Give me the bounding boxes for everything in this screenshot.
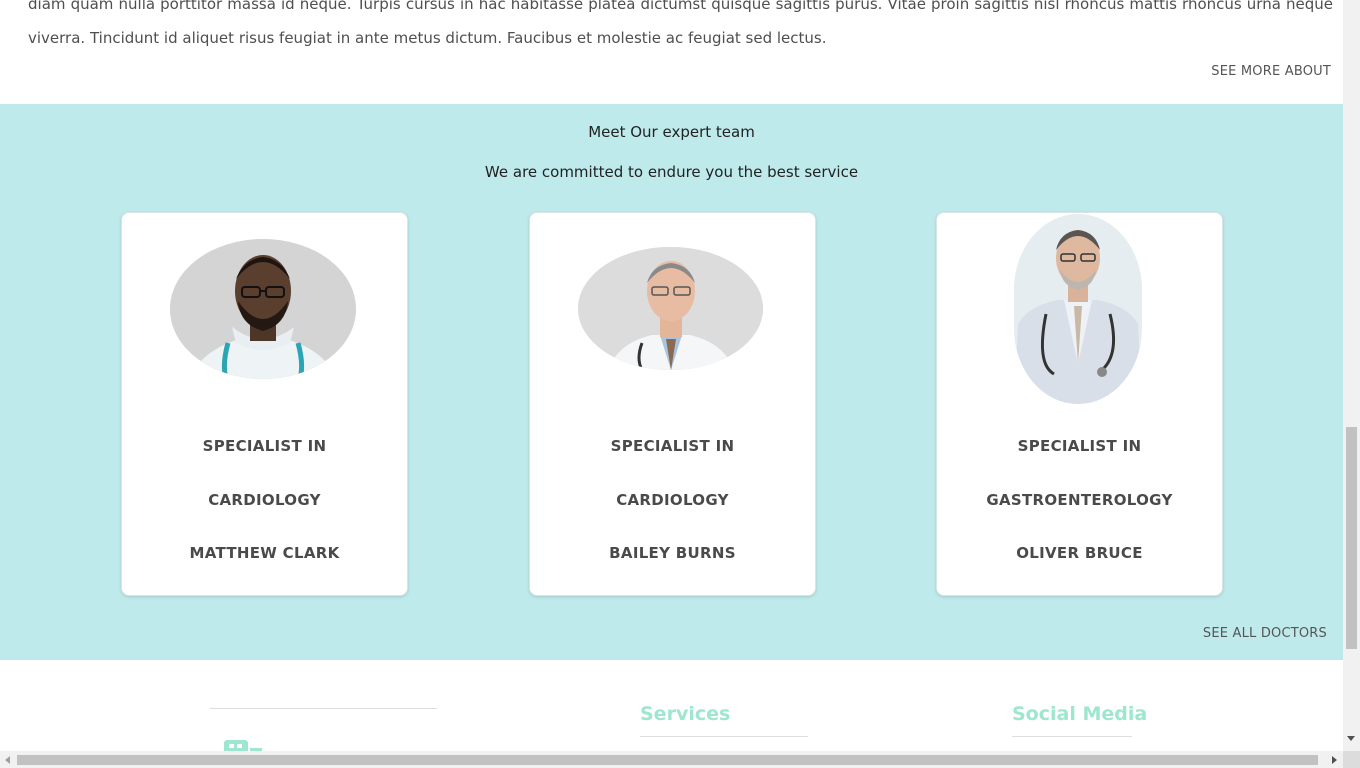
page: diam quam nulla porttitor massa id neque… bbox=[0, 0, 1343, 751]
footer-social-underline bbox=[1012, 736, 1132, 737]
scroll-left-arrow-icon[interactable] bbox=[5, 756, 10, 764]
doctor-specialty: CARDIOLOGY bbox=[616, 491, 729, 509]
doctor-portrait-image bbox=[1014, 214, 1142, 404]
see-all-doctors-link[interactable]: SEE ALL DOCTORS bbox=[1203, 626, 1327, 641]
doctor-name: BAILEY BURNS bbox=[609, 544, 736, 562]
doctor-card[interactable]: SPECIALIST IN CARDIOLOGY MATTHEW CLARK bbox=[121, 212, 408, 596]
doctor-card[interactable]: SPECIALIST IN GASTROENTEROLOGY OLIVER BR… bbox=[936, 212, 1223, 596]
scroll-right-arrow-icon[interactable] bbox=[1332, 756, 1337, 764]
horizontal-scrollbar-thumb[interactable] bbox=[17, 755, 1318, 765]
scrollbar-corner bbox=[1343, 751, 1360, 768]
doctor-name: MATTHEW CLARK bbox=[189, 544, 340, 562]
scroll-down-arrow-icon[interactable] bbox=[1347, 736, 1355, 741]
about-paragraph: diam quam nulla porttitor massa id neque… bbox=[28, 0, 1333, 47]
doctor-specialty: GASTROENTEROLOGY bbox=[986, 491, 1173, 509]
vertical-scrollbar-thumb[interactable] bbox=[1346, 427, 1357, 649]
doctor-specialty-prefix: SPECIALIST IN bbox=[1017, 437, 1142, 455]
doctor-name: OLIVER BRUCE bbox=[1016, 544, 1143, 562]
footer-social-heading: Social Media bbox=[1012, 703, 1148, 725]
doctor-photo bbox=[170, 239, 356, 379]
doctor-specialty: CARDIOLOGY bbox=[208, 491, 321, 509]
doctor-portrait-image bbox=[578, 247, 763, 370]
doctor-photo bbox=[1014, 214, 1142, 404]
see-more-about-link[interactable]: SEE MORE ABOUT bbox=[1211, 64, 1331, 79]
footer-divider bbox=[210, 708, 437, 709]
footer-services-underline bbox=[640, 736, 808, 737]
doctor-card[interactable]: SPECIALIST IN CARDIOLOGY BAILEY BURNS bbox=[529, 212, 816, 596]
doctor-specialty-prefix: SPECIALIST IN bbox=[202, 437, 327, 455]
vertical-scrollbar[interactable] bbox=[1343, 0, 1360, 751]
team-subtitle: We are committed to endure you the best … bbox=[484, 163, 859, 181]
doctor-portrait-image bbox=[170, 239, 356, 379]
team-title: Meet Our expert team bbox=[588, 123, 755, 141]
hospital-logo-icon bbox=[224, 740, 262, 751]
horizontal-scrollbar[interactable] bbox=[0, 751, 1343, 768]
team-section: Meet Our expert team We are committed to… bbox=[0, 104, 1343, 660]
doctor-photo bbox=[578, 247, 763, 370]
doctor-specialty-prefix: SPECIALIST IN bbox=[610, 437, 735, 455]
footer-services-heading: Services bbox=[640, 703, 731, 725]
